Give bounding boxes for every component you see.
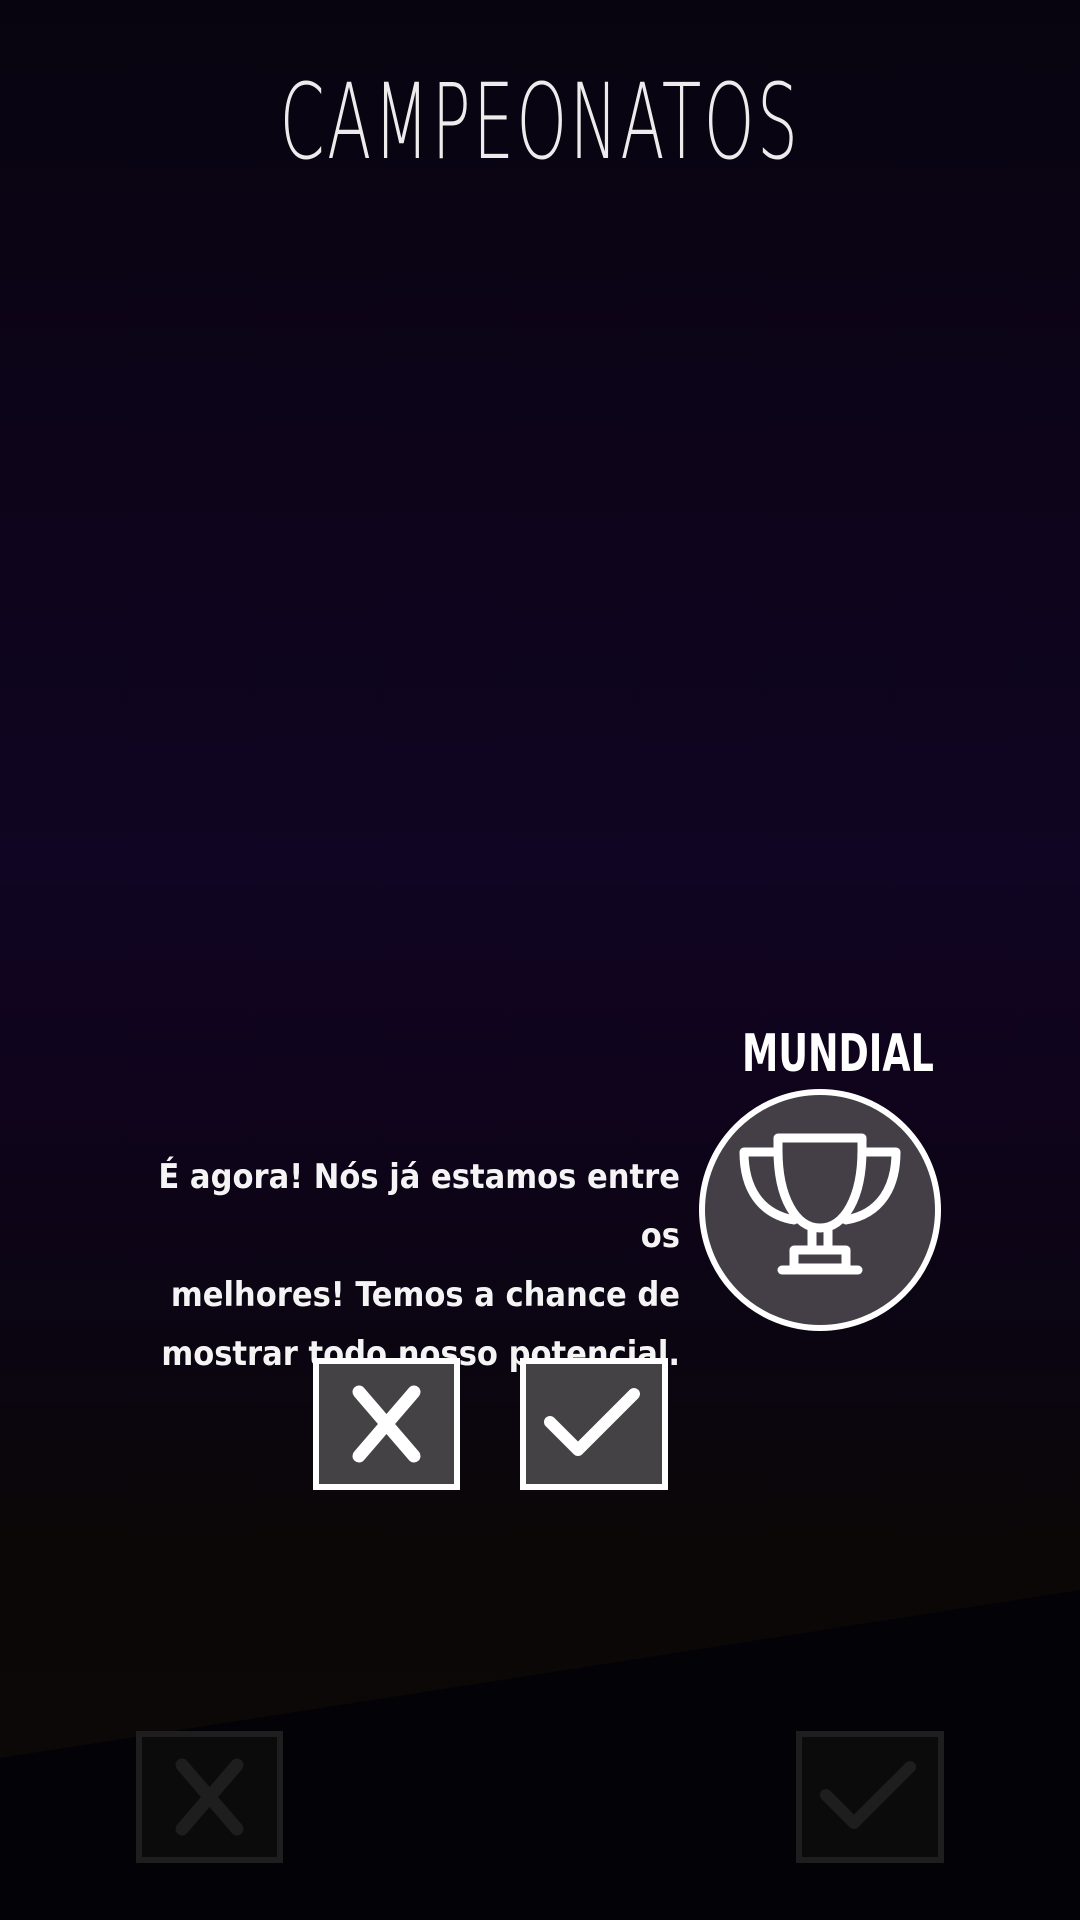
accept-button[interactable]: [520, 1358, 668, 1490]
close-icon: [136, 1731, 283, 1863]
championship-label: MUNDIAL: [742, 1024, 934, 1084]
bottom-accept-button[interactable]: [796, 1731, 944, 1863]
message-line: É agora! Nós já estamos entre os: [158, 1157, 680, 1256]
check-icon: [796, 1731, 944, 1863]
trophy-icon: [699, 1089, 941, 1331]
championships-screen: CAMPEONATOS MUNDIAL É agora! Nós já esta…: [0, 0, 1080, 1920]
bottom-bar-background: [0, 1590, 1080, 1920]
championship-badge[interactable]: [698, 1088, 942, 1332]
message-line: melhores! Temos a chance de: [170, 1275, 680, 1315]
championship-message: É agora! Nós já estamos entre os melhore…: [150, 1148, 680, 1384]
check-icon: [520, 1358, 668, 1490]
reject-button[interactable]: [313, 1358, 460, 1490]
bottom-reject-button[interactable]: [136, 1731, 283, 1863]
page-title: CAMPEONATOS: [279, 61, 801, 183]
close-icon: [313, 1358, 460, 1490]
